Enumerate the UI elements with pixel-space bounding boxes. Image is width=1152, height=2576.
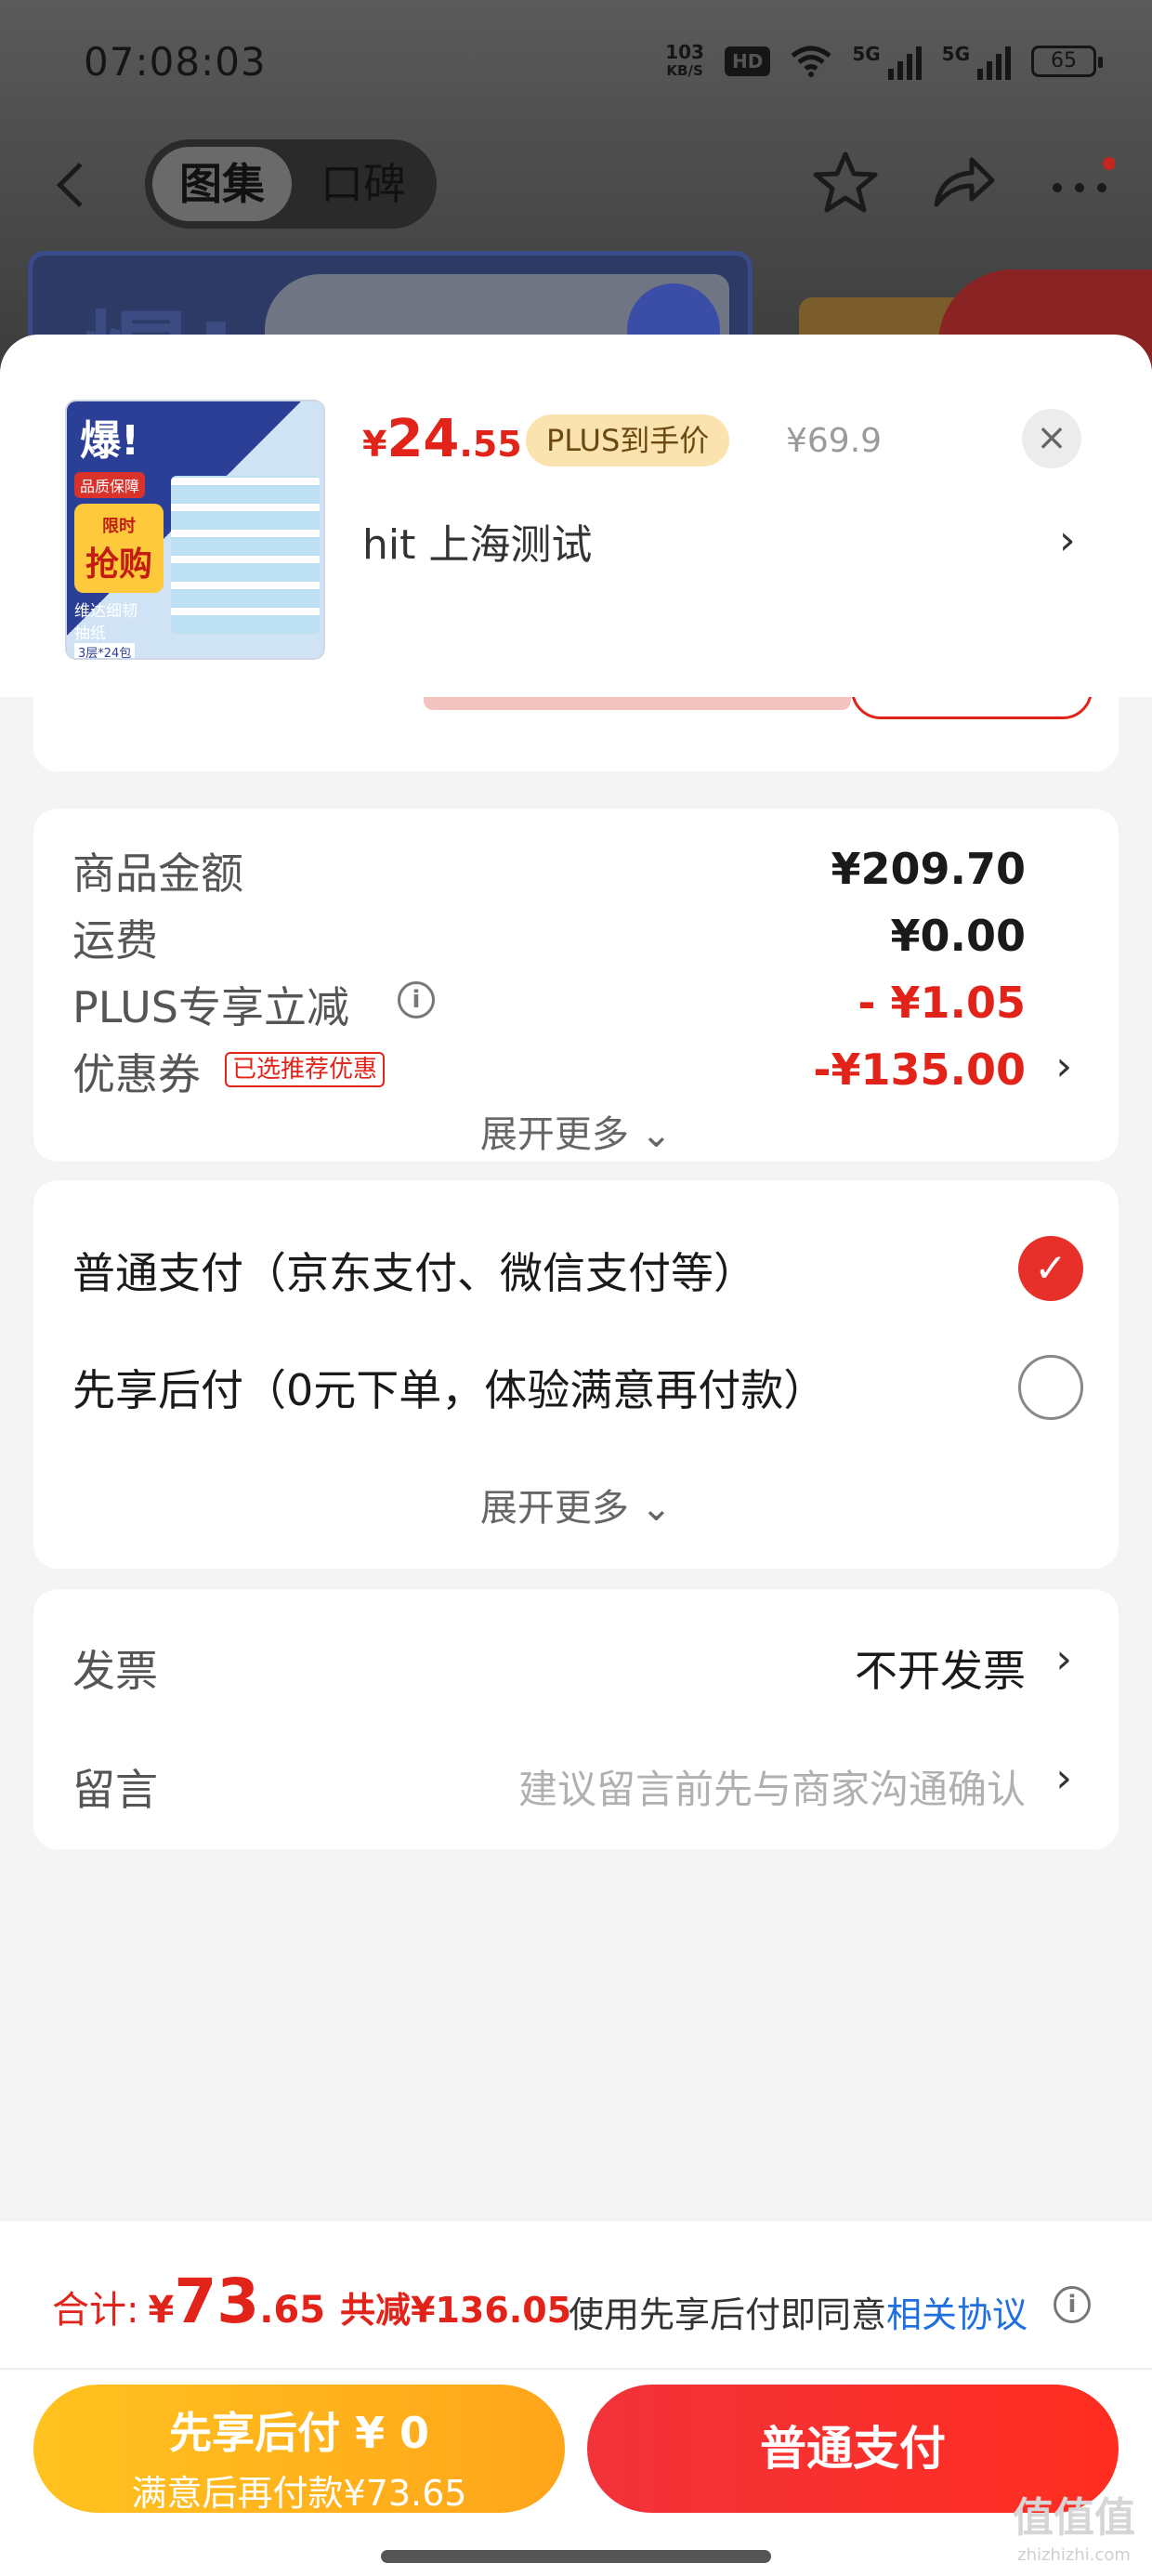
invoice-value[interactable]: 不开发票 (855, 1637, 1026, 1699)
pay-option-later[interactable]: 先享后付（0元下单，体验满意再付款） (72, 1357, 826, 1418)
price-symbol: ¥ (362, 424, 387, 465)
thumb-flash-sale-badge: 限时 抢购 (74, 504, 164, 593)
checkout-footer: 合计: ¥ 73 .65 共减¥136.05 使用先享后付即同意相关协议 i 先… (0, 2221, 1152, 2576)
pay-later-subtitle: 满意后再付款¥73.65 (131, 2473, 467, 2514)
net-speed-unit: KB/S (666, 62, 703, 79)
status-icons: 103 KB/S HD 5G 5G 65 (665, 43, 1103, 80)
plus-price-badge: PLUS到手价 (526, 414, 730, 467)
coupon-recommended-tag: 已选推荐优惠 (225, 1052, 386, 1087)
thumb-spec: 3层*24包 (74, 643, 136, 658)
partially-hidden-card (33, 697, 1119, 771)
price-decimal: .55 (459, 424, 522, 465)
thumb-line1: 维达细韧 (74, 602, 137, 621)
tab-reviews[interactable]: 口碑 (303, 147, 424, 221)
message-input[interactable]: 建议留言前先与商家沟通确认 (518, 1758, 1026, 1815)
wifi-icon (791, 46, 831, 77)
thumb-tissue-packs (171, 476, 320, 634)
expand-more-button[interactable]: 展开更多 ⌄ (33, 1478, 1119, 1531)
net-speed: 103 KB/S (665, 43, 704, 80)
shipping-value: ¥0.00 (890, 911, 1026, 961)
signal-1-icon (887, 43, 922, 80)
hidden-price-text (424, 697, 851, 710)
total-label: 合计: (52, 2289, 139, 2332)
total-summary: 合计: ¥ 73 .65 共减¥136.05 (52, 2266, 571, 2340)
shipping-label: 运费 (72, 915, 158, 966)
pay-later-title: 先享后付 ¥ 0 (168, 2408, 430, 2458)
agreement-info-icon[interactable]: i (1054, 2286, 1091, 2323)
back-arrow-icon[interactable] (56, 162, 102, 208)
thumb-line2: 抽纸 (74, 624, 106, 643)
total-integer: 73 (174, 2266, 260, 2337)
thumb-rush-text: 抢购 (85, 545, 152, 584)
total-decimal: .65 (259, 2289, 326, 2332)
extras-card: 发票 不开发票 › 留言 建议留言前先与商家沟通确认 › (33, 1589, 1119, 1849)
status-bar: 07:08:03 103 KB/S HD 5G 5G 65 (0, 0, 1152, 130)
product-summary: 爆! 品质保障 限时 抢购 维达细韧 抽纸 3层*24包 ¥24.55 PLUS… (0, 335, 1152, 697)
shipping-address[interactable]: hit 上海测试 (362, 511, 592, 571)
pay-option-normal[interactable]: 普通支付（京东支付、微信支付等） (72, 1240, 756, 1301)
invoice-label[interactable]: 发票 (72, 1637, 158, 1699)
product-thumbnail: 爆! 品质保障 限时 抢购 维达细韧 抽纸 3层*24包 (65, 400, 325, 660)
message-chevron-icon[interactable]: › (1055, 1755, 1072, 1802)
watermark-text: 值值值 (1013, 2494, 1135, 2542)
plus-discount-label: PLUS专享立减 (72, 982, 349, 1032)
coupon-label[interactable]: 优惠券 (72, 1041, 201, 1102)
net-speed-value: 103 (665, 41, 704, 63)
goods-amount-value: ¥209.70 (831, 844, 1026, 894)
address-chevron-icon[interactable]: › (1059, 517, 1076, 564)
watermark-url: zhizhizhi.com (1017, 2545, 1131, 2565)
pay-later-button[interactable]: 先享后付 ¥ 0 满意后再付款¥73.65 (33, 2385, 565, 2514)
signal-1-label: 5G (852, 43, 881, 65)
close-button[interactable]: × (1022, 409, 1081, 468)
expand-more-button[interactable]: 展开更多 ⌄ (33, 1104, 1119, 1158)
signal-2-icon (977, 43, 1011, 80)
price-summary-card: 商品金额 ¥209.70 运费 ¥0.00 PLUS专享立减 i - ¥1.05… (33, 808, 1119, 1162)
more-icon[interactable] (1048, 154, 1115, 210)
agreement-link[interactable]: 相关协议 (886, 2294, 1028, 2335)
nav-bar: 图集 口碑 (0, 130, 1152, 242)
watermark: 值值值 zhizhizhi.com (1013, 2498, 1135, 2574)
pay-option-later-radio[interactable] (1018, 1355, 1083, 1420)
message-label[interactable]: 留言 (72, 1756, 158, 1818)
thumb-product-name: 维达细韧 抽纸 (74, 600, 137, 645)
total-saved: 共减¥136.05 (340, 2290, 572, 2331)
gallery-tabs: 图集 口碑 (145, 139, 437, 229)
footer-divider (0, 2368, 1152, 2370)
coupon-value[interactable]: -¥135.00 (813, 1045, 1026, 1095)
thumb-quality-tag: 品质保障 (74, 472, 146, 498)
current-price: ¥24.55 (362, 409, 522, 469)
price-integer: 24 (386, 409, 460, 469)
signal-2-label: 5G (941, 43, 970, 65)
nav-actions (812, 149, 1115, 216)
original-price: ¥69.9 (786, 422, 883, 460)
home-indicator[interactable] (381, 2550, 771, 2563)
agreement-text: 使用先享后付即同意相关协议 (569, 2286, 1028, 2337)
thumb-limited-text: 限时 (102, 517, 136, 536)
agreement-prefix: 使用先享后付即同意 (569, 2294, 887, 2335)
total-symbol: ¥ (148, 2289, 175, 2332)
status-time: 07:08:03 (84, 39, 267, 85)
battery-icon: 65 (1031, 46, 1103, 77)
hd-icon: HD (724, 46, 771, 76)
hidden-action-button[interactable] (851, 697, 1093, 719)
plus-discount-value: - ¥1.05 (857, 978, 1026, 1028)
invoice-chevron-icon[interactable]: › (1055, 1636, 1072, 1683)
info-icon[interactable]: i (398, 981, 435, 1019)
payment-method-card: 普通支付（京东支付、微信支付等） ✓ 先享后付（0元下单，体验满意再付款） 展开… (33, 1180, 1119, 1569)
share-icon[interactable] (931, 154, 996, 210)
coupon-chevron-icon[interactable]: › (1055, 1043, 1072, 1090)
goods-amount-label: 商品金额 (72, 848, 243, 899)
thumb-headline: 爆! (80, 417, 140, 465)
tab-gallery[interactable]: 图集 (152, 147, 292, 221)
favorite-star-icon[interactable] (812, 149, 879, 216)
pay-option-normal-radio[interactable]: ✓ (1018, 1236, 1083, 1301)
